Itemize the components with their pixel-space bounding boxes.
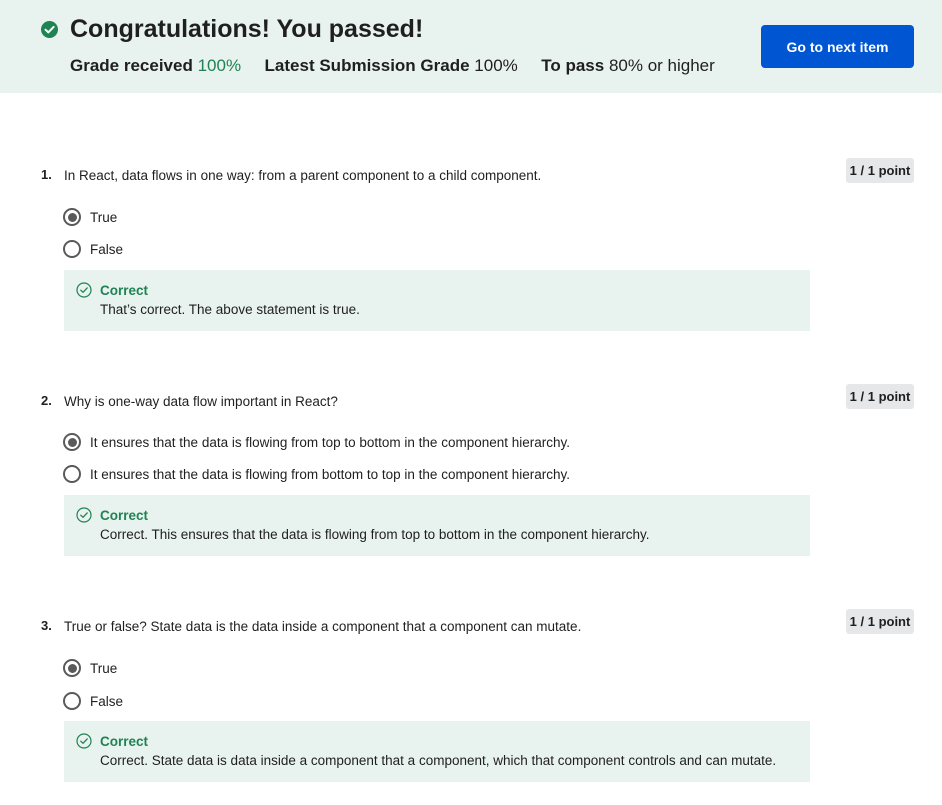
radio-unselected[interactable] (63, 240, 81, 258)
option-false[interactable]: False (63, 691, 123, 711)
pass-title: Congratulations! You passed! (70, 15, 424, 43)
grade-summary: Grade received 100% Latest Submission Gr… (70, 56, 715, 76)
option-label: False (90, 241, 124, 257)
correct-check-icon (76, 507, 92, 523)
feedback-box: Correct Correct. State data is data insi… (64, 721, 810, 782)
question-text: True or false? State data is the data in… (64, 619, 582, 634)
feedback-box: Correct Correct. This ensures that the d… (64, 495, 810, 556)
radio-selected[interactable] (63, 208, 81, 226)
pass-banner: Congratulations! You passed! Grade recei… (0, 0, 942, 93)
points-badge: 1 / 1 point (846, 158, 914, 183)
radio-selected[interactable] (63, 659, 81, 677)
option-true[interactable]: True (63, 658, 117, 678)
feedback-text: Correct. State data is data inside a com… (100, 753, 777, 768)
check-circle-icon (41, 21, 58, 38)
latest-grade-value: 100% (474, 56, 518, 75)
option-bottom-to-top[interactable]: It ensures that the data is flowing from… (63, 464, 570, 484)
option-label: It ensures that the data is flowing from… (90, 434, 571, 450)
feedback-box: Correct That’s correct. The above statem… (64, 270, 810, 331)
to-pass-label: To pass (541, 56, 605, 75)
feedback-title: Correct (100, 508, 149, 523)
latest-grade-label: Latest Submission Grade (264, 56, 470, 75)
question-text: In React, data flows in one way: from a … (64, 168, 542, 183)
correct-check-icon (76, 733, 92, 749)
radio-selected[interactable] (63, 433, 81, 451)
radio-unselected[interactable] (63, 465, 81, 483)
grade-received-label: Grade received (70, 56, 193, 75)
option-false[interactable]: False (63, 239, 123, 259)
go-to-next-item-button[interactable]: Go to next item (761, 25, 914, 68)
option-label: True (90, 209, 118, 225)
feedback-text: Correct. This ensures that the data is f… (100, 527, 650, 542)
question-number: 3. (41, 618, 52, 633)
radio-unselected[interactable] (63, 692, 81, 710)
question-number: 2. (41, 393, 52, 408)
question-text: Why is one-way data flow important in Re… (64, 394, 338, 409)
to-pass-value: 80% or higher (608, 56, 715, 75)
feedback-title: Correct (100, 283, 149, 298)
feedback-text: That’s correct. The above statement is t… (100, 302, 360, 317)
option-true[interactable]: True (63, 207, 117, 227)
points-badge: 1 / 1 point (846, 609, 914, 634)
grade-received-value: 100% (197, 56, 242, 75)
option-label: False (90, 693, 124, 709)
option-label: It ensures that the data is flowing from… (90, 466, 571, 482)
question-number: 1. (41, 167, 52, 182)
option-label: True (90, 660, 118, 676)
correct-check-icon (76, 282, 92, 298)
points-badge: 1 / 1 point (846, 384, 914, 409)
option-top-to-bottom[interactable]: It ensures that the data is flowing from… (63, 432, 570, 452)
feedback-title: Correct (100, 734, 149, 749)
